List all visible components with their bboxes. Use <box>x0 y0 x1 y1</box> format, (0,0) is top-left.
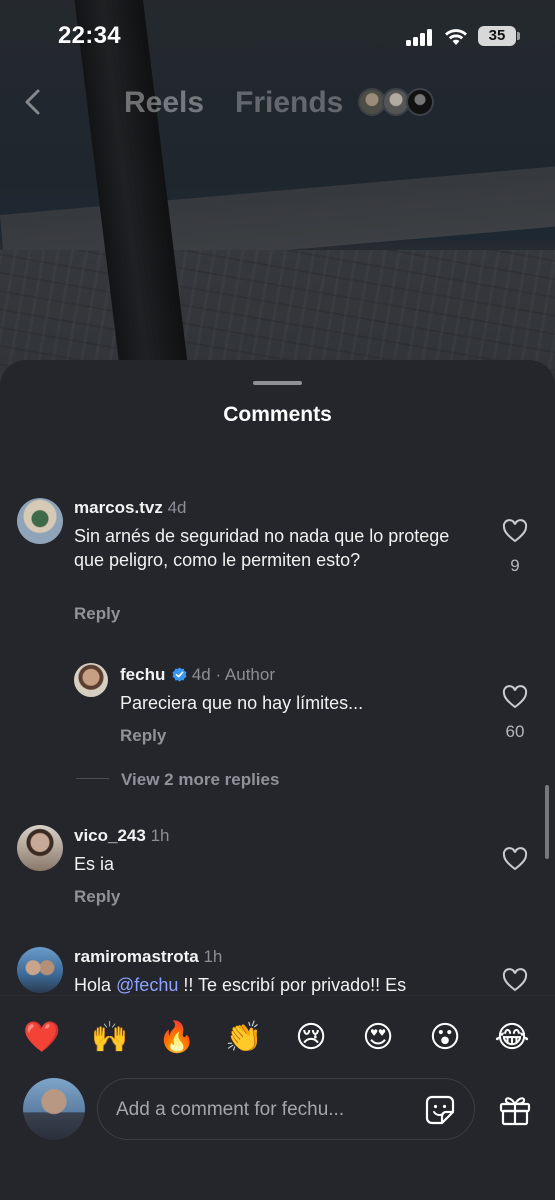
status-bar: 22:34 35 <box>0 0 555 70</box>
comment-input[interactable] <box>116 1097 406 1123</box>
like-count: 60 <box>505 722 525 741</box>
emoji-heart-eyes[interactable]: 😍 <box>356 1016 400 1060</box>
emoji-raised-hands[interactable]: 🙌 <box>88 1016 132 1060</box>
sheet-grabber[interactable] <box>253 381 302 385</box>
emoji-fire[interactable]: 🔥 <box>155 1016 199 1060</box>
back-chevron-icon[interactable] <box>22 88 44 116</box>
mention-link[interactable]: @fechu <box>116 975 178 995</box>
emoji-clap[interactable]: 👏 <box>222 1016 266 1060</box>
like-heart-icon[interactable] <box>502 968 528 992</box>
emoji-reaction-bar: ❤️ 🙌 🔥 👏 😢 😍 😮 😂 <box>0 1016 555 1060</box>
status-time: 22:34 <box>58 22 121 49</box>
divider <box>76 778 109 779</box>
like-heart-icon[interactable] <box>502 685 528 709</box>
tab-reels[interactable]: Reels <box>124 86 204 120</box>
emoji-laughing[interactable]: 😂 <box>490 1016 534 1060</box>
avatar[interactable] <box>17 947 63 993</box>
comment-age: 4d <box>167 498 187 517</box>
like-heart-icon[interactable] <box>502 847 528 871</box>
comment-text: Es ia <box>74 854 115 874</box>
comment-username[interactable]: vico_243 1h <box>74 826 170 846</box>
avatar <box>406 88 434 116</box>
avatar[interactable] <box>74 663 108 697</box>
comment-text: Pareciera que no hay límites... <box>120 693 364 713</box>
battery-icon: 35 <box>478 26 516 46</box>
avatar[interactable] <box>17 825 63 871</box>
comment-username[interactable]: marcos.tvz 4d <box>74 498 186 518</box>
scrollbar[interactable] <box>545 785 549 859</box>
view-more-replies-button[interactable]: View 2 more replies <box>121 770 279 790</box>
comment-text: Sin arnés de seguridad no nada que lo pr… <box>74 526 450 570</box>
author-tag: · Author <box>215 665 276 684</box>
avatar[interactable] <box>17 498 63 544</box>
comment-composer-area: ❤️ 🙌 🔥 👏 😢 😍 😮 😂 <box>0 995 555 1200</box>
comment-age: 1h <box>203 947 223 966</box>
sheet-title: Comments <box>223 403 332 426</box>
comment-text: Hola @fechu !! Te escribí por privado!! … <box>74 975 407 995</box>
sticker-icon[interactable] <box>424 1094 456 1126</box>
comment-username[interactable]: fechu 4d · Author <box>120 665 275 685</box>
like-heart-icon[interactable] <box>502 519 528 543</box>
comment-username[interactable]: ramiromastrota 1h <box>74 947 222 967</box>
comment-age: 4d <box>191 665 211 684</box>
avatar <box>23 1078 85 1140</box>
cellular-signal-icon <box>406 28 434 46</box>
like-count: 9 <box>510 556 520 575</box>
emoji-surprised[interactable]: 😮 <box>423 1016 467 1060</box>
comment-age: 1h <box>150 826 170 845</box>
tab-friends[interactable]: Friends <box>235 86 343 120</box>
gift-icon[interactable] <box>498 1093 532 1127</box>
emoji-crying[interactable]: 😢 <box>289 1016 333 1060</box>
reply-button[interactable]: Reply <box>120 726 166 746</box>
reply-button[interactable]: Reply <box>74 887 120 907</box>
reels-header: Reels Friends <box>0 80 555 126</box>
emoji-heart[interactable]: ❤️ <box>20 1016 64 1060</box>
battery-tip <box>517 32 520 40</box>
verified-badge-icon <box>172 667 187 682</box>
comment-input-box[interactable] <box>97 1078 475 1140</box>
wifi-icon <box>445 29 467 45</box>
reply-button[interactable]: Reply <box>74 604 120 624</box>
